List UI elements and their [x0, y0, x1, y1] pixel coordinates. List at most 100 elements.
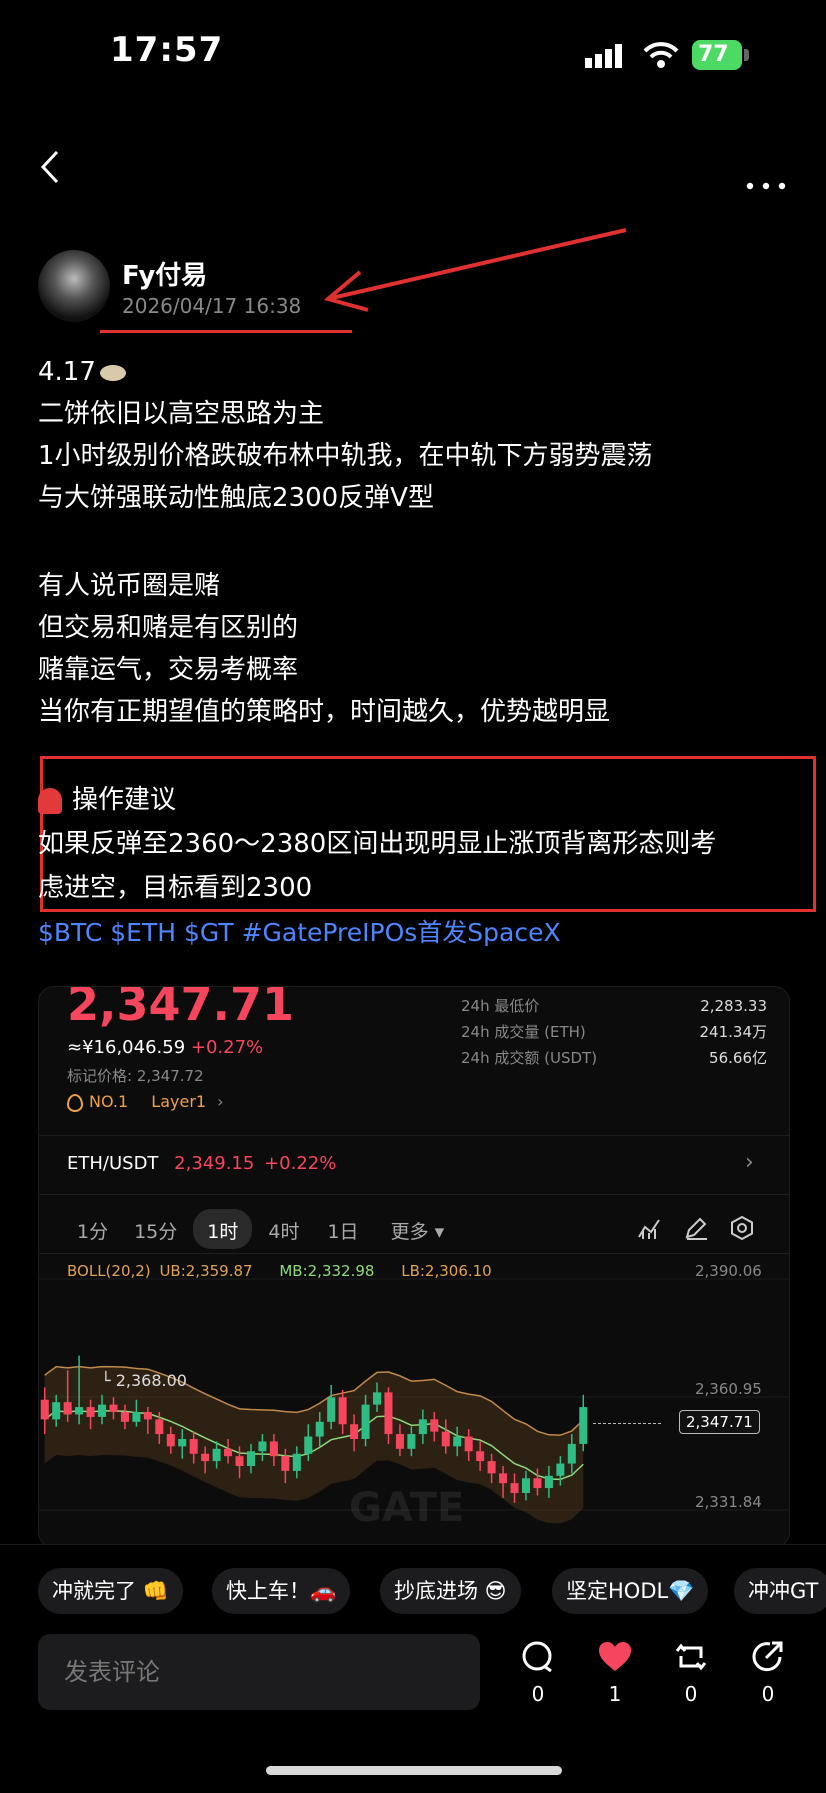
- candle-body: [521, 1478, 530, 1493]
- share-button[interactable]: 0: [738, 1640, 798, 1706]
- candle-body: [499, 1473, 508, 1484]
- divider: [39, 1135, 789, 1136]
- divider: [39, 1194, 789, 1195]
- repost-count: 0: [684, 1682, 698, 1706]
- battery-icon: 77: [692, 40, 742, 70]
- advice-text: 虑进空，目标看到2300: [38, 873, 313, 903]
- tab-more[interactable]: 更多 ▾: [379, 1209, 457, 1249]
- candle-body: [544, 1475, 553, 1489]
- status-time: 17:57: [110, 30, 224, 70]
- like-button[interactable]: 1: [585, 1640, 645, 1706]
- settings-icon[interactable]: [729, 1215, 755, 1245]
- market-chart-card[interactable]: 2,347.71 ≈¥16,046.59 +0.27% 标记价格: 2,347.…: [38, 986, 790, 1548]
- quick-reply-chip[interactable]: 冲冲GT: [734, 1568, 826, 1614]
- candle-body: [143, 1412, 152, 1420]
- candle-body: [384, 1392, 393, 1435]
- post-line: 4.17: [38, 351, 126, 393]
- author-name[interactable]: Fy付易: [122, 255, 207, 292]
- candle-body: [40, 1399, 49, 1420]
- avatar[interactable]: [38, 250, 110, 322]
- pair-change: +0.22%: [264, 1153, 337, 1174]
- fire-icon: [67, 1093, 83, 1112]
- stats-panel: 24h 最低价 2,283.33 24h 成交量 (ETH) 241.34万 24h…: [461, 993, 767, 1071]
- back-icon[interactable]: [40, 150, 60, 188]
- tab-1d[interactable]: 1日: [315, 1209, 370, 1249]
- candle-body: [567, 1443, 576, 1464]
- candle-body: [86, 1407, 95, 1417]
- candle-body: [441, 1431, 450, 1447]
- candle-body: [178, 1439, 187, 1447]
- post-line: 二饼依旧以高空思路为主: [38, 399, 325, 429]
- heart-icon: [599, 1642, 631, 1671]
- candle-body: [281, 1456, 290, 1471]
- last-price: 2,347.71: [67, 986, 294, 1031]
- candle-body: [292, 1453, 301, 1471]
- candle-body: [246, 1451, 255, 1466]
- comment-count: 0: [531, 1682, 545, 1706]
- post-line: 但交易和赌是有区别的: [38, 613, 299, 643]
- candle-body: [189, 1439, 198, 1454]
- last-price-tag: 2,347.71: [679, 1410, 760, 1434]
- gate-watermark: GATE: [349, 1485, 465, 1531]
- home-indicator: [266, 1766, 562, 1775]
- candle-body: [453, 1436, 462, 1447]
- timeframe-tabs: 1分 15分 1时 4时 1日 更多 ▾: [65, 1209, 456, 1249]
- wifi-icon: [642, 40, 680, 74]
- boll-band-area: [44, 1366, 584, 1524]
- candle-body: [350, 1424, 359, 1439]
- stat-row: 24h 成交量 (ETH) 241.34万: [461, 1023, 767, 1041]
- candle-body: [52, 1402, 61, 1420]
- candle-body: [361, 1404, 370, 1439]
- pair-price: 2,349.15: [174, 1153, 255, 1174]
- post-tags[interactable]: $BTC $ETH $GT #GatePreIPOs首发SpaceX: [38, 913, 561, 949]
- advice-title: 操作建议: [38, 779, 176, 821]
- candle-body: [132, 1412, 141, 1422]
- candle-body: [373, 1392, 382, 1405]
- quick-reply-chip[interactable]: 抄底进场 😎: [380, 1568, 521, 1614]
- candle-body: [258, 1441, 267, 1452]
- candle-body: [476, 1451, 485, 1462]
- post-line: 有人说币圈是赌: [38, 571, 221, 601]
- candle-body: [166, 1434, 175, 1447]
- signal-icon: [585, 44, 625, 72]
- annotation-underline: [100, 330, 352, 333]
- repost-button[interactable]: 0: [661, 1640, 721, 1706]
- post-time: 2026/04/17 16:38: [122, 294, 302, 318]
- draw-icon[interactable]: [683, 1215, 709, 1245]
- rank-badge[interactable]: NO.1 Layer1 ›: [67, 1092, 224, 1112]
- candle-body: [338, 1397, 347, 1425]
- pair-row[interactable]: ETH/USDT 2,349.15 +0.22%: [67, 1153, 336, 1174]
- candle-body: [269, 1441, 278, 1457]
- candle-body: [120, 1412, 129, 1422]
- post-line: 赌靠运气，交易考概率: [38, 655, 299, 685]
- tab-1h[interactable]: 1时: [193, 1209, 253, 1249]
- candle-body: [109, 1404, 118, 1412]
- candle-body: [75, 1407, 84, 1415]
- candle-body: [98, 1404, 107, 1417]
- post-line: 1小时级别价格跌破布林中轨我，在中轨下方弱势震荡: [38, 441, 653, 471]
- quick-reply-chip[interactable]: 冲就完了 👊: [38, 1568, 183, 1614]
- candle-body: [327, 1397, 336, 1422]
- candle-body: [155, 1419, 164, 1435]
- candle-body: [418, 1419, 427, 1435]
- candle-body: [315, 1421, 324, 1437]
- candle-body: [556, 1463, 565, 1476]
- candle-body: [407, 1434, 416, 1449]
- candle-body: [224, 1448, 233, 1457]
- indicator-icon[interactable]: [637, 1215, 663, 1245]
- divider: [39, 1253, 789, 1254]
- comment-input[interactable]: 发表评论: [38, 1634, 480, 1710]
- more-icon[interactable]: [746, 164, 786, 199]
- price-change: +0.27%: [190, 1037, 264, 1058]
- battery-cap: [744, 49, 749, 61]
- quick-reply-chip[interactable]: 坚定HODL💎: [552, 1568, 709, 1614]
- comment-button[interactable]: 0: [508, 1640, 568, 1706]
- last-price-line: [593, 1423, 661, 1424]
- chevron-right-icon[interactable]: ›: [745, 1150, 754, 1175]
- candle-body: [430, 1419, 439, 1432]
- tab-4h[interactable]: 4时: [256, 1209, 311, 1249]
- tab-1m[interactable]: 1分: [65, 1209, 120, 1249]
- tab-15m[interactable]: 15分: [122, 1209, 189, 1249]
- share-count: 0: [761, 1682, 775, 1706]
- quick-reply-chip[interactable]: 快上车！🚗: [212, 1568, 351, 1614]
